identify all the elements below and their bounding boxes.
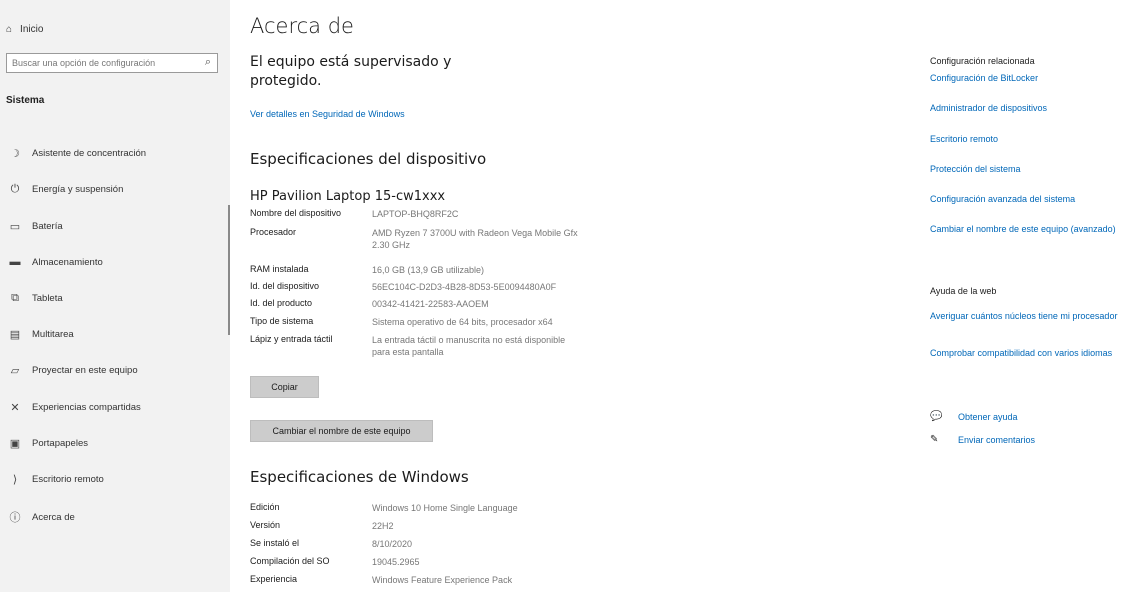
sidebar-item-label: Portapapeles [32, 438, 88, 449]
sidebar-item-about[interactable]: ⓘ Acerca de [6, 509, 75, 525]
help-chat-icon: 💬 [930, 411, 943, 422]
remote-desktop-link[interactable]: Escritorio remoto [930, 133, 1130, 145]
get-help-label: Obtener ayuda [958, 411, 1018, 422]
protection-status: El equipo está supervisado y protegido. [250, 54, 452, 89]
device-specs-heading: Especificaciones del dispositivo [250, 150, 487, 168]
clipboard-icon: ▣ [9, 438, 21, 450]
project-icon: ▱ [10, 365, 20, 377]
spec-value: La entrada táctil o manuscrita no está d… [372, 335, 566, 357]
spec-key: Versión [250, 520, 281, 530]
spec-value: 56EC104C-D2D3-4B28-8D53-5E0094480A0F [372, 282, 557, 292]
sidebar-item-label: Proyectar en este equipo [32, 365, 138, 376]
sidebar-item-clipboard[interactable]: ▣ Portapapeles [6, 437, 88, 450]
feedback-label: Enviar comentarios [958, 434, 1036, 445]
sidebar-item-multitasking[interactable]: ▤ Multitarea [6, 328, 74, 341]
device-manager-link[interactable]: Administrador de dispositivos [930, 102, 1130, 114]
page-title: Acerca de [250, 14, 354, 38]
sidebar-item-storage[interactable]: ▬ Almacenamiento [6, 256, 103, 268]
spec-key: RAM instalada [250, 264, 309, 274]
settings-search-input[interactable]: Buscar una opción de configuración ⌕ [6, 53, 218, 73]
get-help-link[interactable]: 💬 Obtener ayuda [930, 411, 1018, 422]
sidebar: ⌂ Inicio Buscar una opción de configurac… [0, 0, 230, 592]
spec-value: LAPTOP-BHQ8RF2C [372, 209, 459, 219]
spec-key: Experiencia [250, 574, 298, 584]
spec-value: AMD Ryzen 7 3700U with Radeon Vega Mobil… [372, 228, 578, 250]
sidebar-item-remote-desktop[interactable]: ⟩ Escritorio remoto [6, 473, 104, 486]
info-icon: ⓘ [9, 512, 21, 524]
spec-value: Sistema operativo de 64 bits, procesador… [372, 317, 553, 327]
storage-icon: ▬ [9, 256, 21, 268]
home-link[interactable]: ⌂ Inicio [6, 24, 43, 35]
shared-icon: ✕ [10, 402, 20, 414]
device-model: HP Pavilion Laptop 15-cw1xxx [250, 189, 446, 204]
spec-value: 22H2 [372, 521, 394, 531]
spec-key: Se instaló el [250, 538, 300, 548]
system-protection-link[interactable]: Protección del sistema [930, 163, 1130, 175]
sidebar-item-tablet[interactable]: ⧉ Tableta [6, 292, 63, 305]
remote-icon: ⟩ [12, 474, 18, 486]
spec-key: Tipo de sistema [250, 316, 314, 326]
sidebar-item-label: Acerca de [32, 511, 75, 523]
home-icon: ⌂ [6, 24, 13, 35]
sidebar-item-label: Experiencias compartidas [32, 402, 141, 413]
copy-button[interactable]: Copiar [250, 376, 319, 398]
rename-pc-advanced-link[interactable]: Cambiar el nombre de este equipo (avanza… [930, 223, 1130, 235]
spec-key: Procesador [250, 227, 297, 237]
spec-value: Windows 10 Home Single Language [372, 503, 518, 513]
feedback-icon: ✎ [930, 434, 939, 445]
sidebar-item-projecting[interactable]: ▱ Proyectar en este equipo [6, 364, 138, 377]
spec-key: Id. del dispositivo [250, 281, 320, 291]
rename-pc-button[interactable]: Cambiar el nombre de este equipo [250, 420, 433, 442]
sidebar-item-label: Multitarea [32, 329, 74, 340]
sidebar-item-label: Asistente de concentración [32, 148, 147, 159]
spec-value: 19045.2965 [372, 557, 420, 567]
power-icon: ⏻ [10, 183, 20, 195]
sidebar-item-label: Tableta [32, 293, 63, 304]
spec-key: Edición [250, 502, 280, 512]
sidebar-item-label: Batería [32, 221, 63, 232]
spec-value: Windows Feature Experience Pack [372, 575, 513, 585]
related-settings-title: Configuración relacionada [930, 56, 1035, 66]
sidebar-item-focus-assist[interactable]: ☽ Asistente de concentración [6, 147, 146, 160]
language-compat-link[interactable]: Comprobar compatibilidad con varios idio… [930, 347, 1130, 359]
advanced-system-settings-link[interactable]: Configuración avanzada del sistema [930, 193, 1130, 205]
cpu-cores-link[interactable]: Averiguar cuántos núcleos tiene mi proce… [930, 310, 1130, 322]
moon-icon: ☽ [10, 148, 20, 160]
security-details-link[interactable]: Ver detalles en Seguridad de Windows [250, 109, 405, 119]
feedback-link[interactable]: ✎ Enviar comentarios [930, 434, 1035, 445]
bitlocker-link[interactable]: Configuración de BitLocker [930, 72, 1130, 84]
battery-icon: ▭ [9, 221, 21, 233]
spec-key: Lápiz y entrada táctil [250, 334, 333, 344]
spec-key: Compilación del SO [250, 556, 330, 566]
spec-value: 16,0 GB (13,9 GB utilizable) [372, 265, 485, 275]
spec-key: Id. del producto [250, 298, 313, 308]
sidebar-item-label: Energía y suspensión [32, 184, 124, 195]
sidebar-item-label: Escritorio remoto [32, 474, 104, 485]
search-placeholder: Buscar una opción de configuración [12, 58, 156, 68]
sidebar-item-label: Almacenamiento [32, 256, 103, 268]
section-title: Sistema [6, 95, 45, 106]
multitask-icon: ▤ [9, 329, 21, 341]
sidebar-item-shared-experiences[interactable]: ✕ Experiencias compartidas [6, 401, 141, 414]
sidebar-item-power[interactable]: ⏻ Energía y suspensión [6, 183, 124, 196]
spec-value: 8/10/2020 [372, 539, 413, 549]
spec-value: 00342-41421-22583-AAOEM [372, 299, 489, 309]
windows-specs-heading: Especificaciones de Windows [250, 468, 469, 486]
spec-key: Nombre del dispositivo [250, 208, 342, 218]
tablet-icon: ⧉ [11, 292, 19, 304]
sidebar-item-battery[interactable]: ▭ Batería [6, 220, 63, 233]
search-icon[interactable]: ⌕ [205, 56, 211, 69]
sidebar-scrollbar[interactable] [228, 205, 230, 335]
home-label: Inicio [20, 24, 44, 35]
web-help-title: Ayuda de la web [930, 286, 997, 296]
